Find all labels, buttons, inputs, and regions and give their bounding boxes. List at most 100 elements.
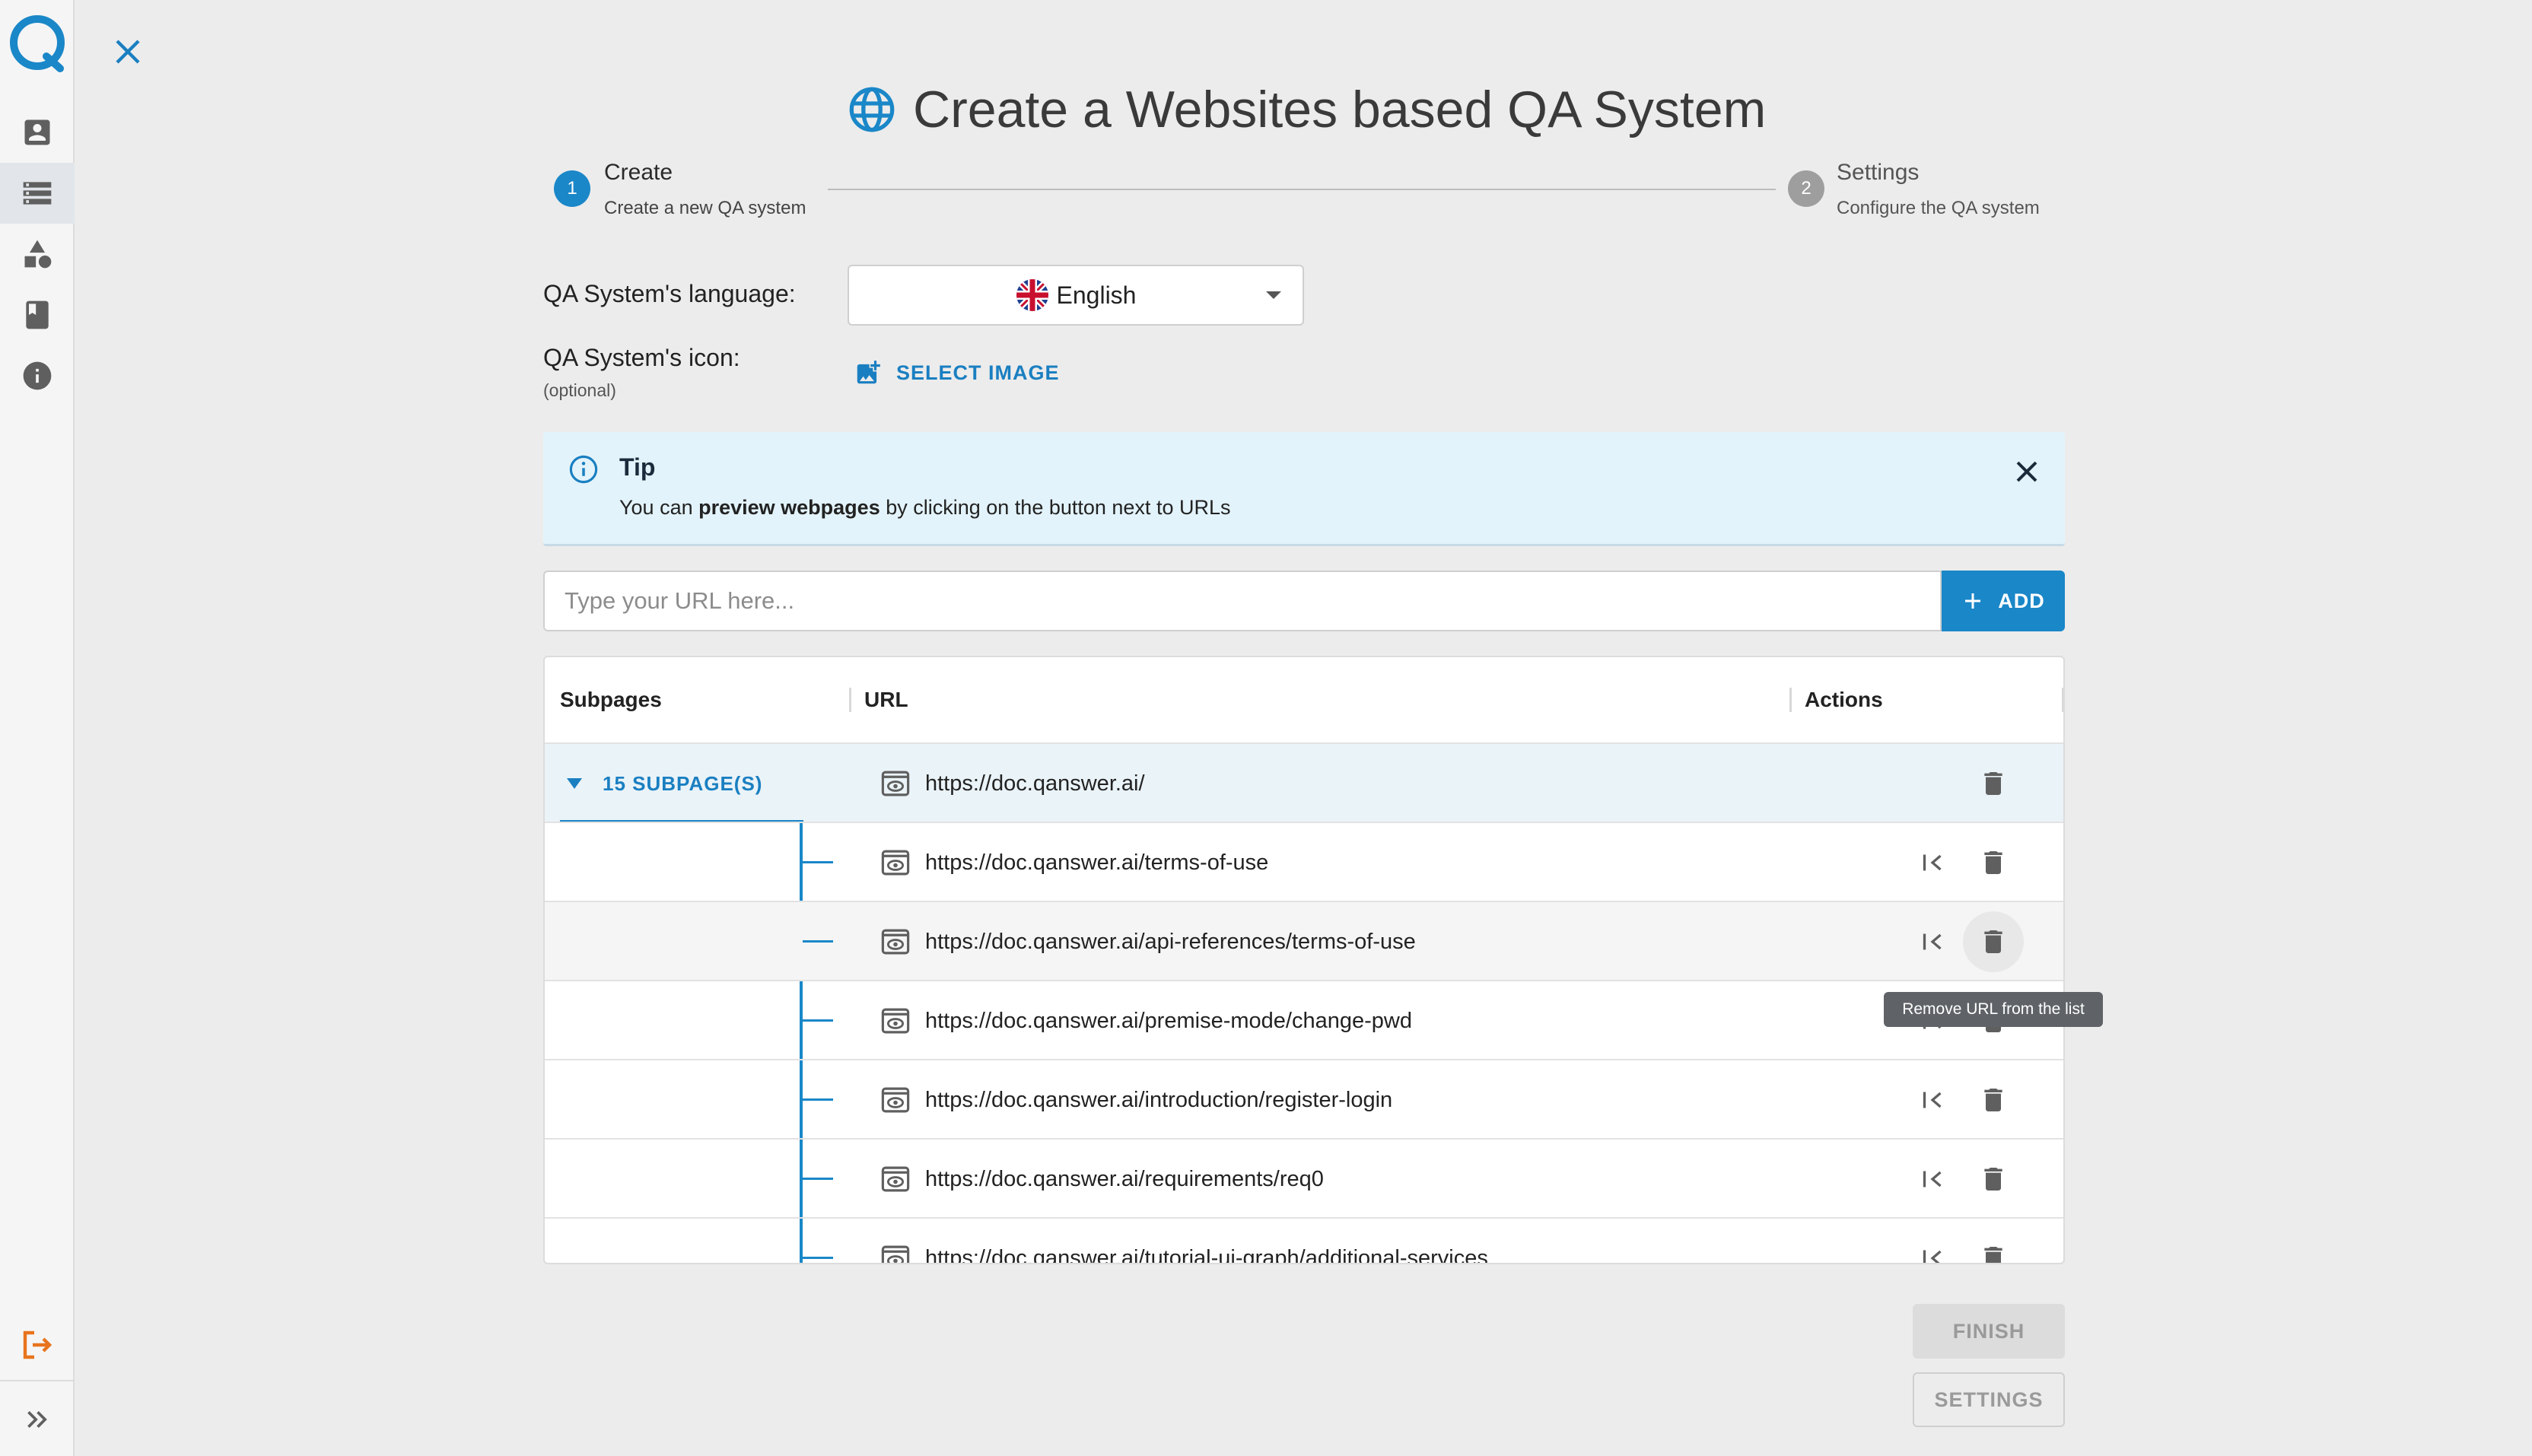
move-to-root-icon: [1923, 1250, 1942, 1263]
delete-icon: [1984, 851, 2002, 874]
sidebar: [0, 0, 75, 1456]
url-text: https://doc.qanswer.ai/terms-of-use: [925, 850, 1269, 875]
preview-icon[interactable]: [880, 847, 911, 879]
logout-icon: [23, 1330, 52, 1359]
preview-icon[interactable]: [880, 1242, 911, 1264]
url-text: https://doc.qanswer.ai/tutorial-ui-graph…: [925, 1245, 1488, 1264]
url-cell: https://doc.qanswer.ai/api-references/te…: [880, 902, 1416, 981]
move-to-root-button[interactable]: [1914, 1082, 1951, 1118]
account-box-icon: [24, 119, 50, 145]
url-cell: https://doc.qanswer.ai/: [880, 744, 1145, 823]
preview-icon[interactable]: [880, 1005, 911, 1037]
stepper-connector: [828, 189, 1776, 190]
sidebar-item-info[interactable]: [0, 345, 75, 406]
delete-icon: [1984, 1168, 2002, 1191]
column-separator: [1789, 688, 1792, 712]
delete-button[interactable]: [1975, 924, 2012, 960]
url-table: Subpages URL Actions 15 SUBPAGE(S) https…: [543, 656, 2065, 1264]
preview-icon[interactable]: [880, 1084, 911, 1116]
url-cell: https://doc.qanswer.ai/terms-of-use: [880, 823, 1268, 902]
url-cell: https://doc.qanswer.ai/introduction/regi…: [880, 1060, 1392, 1140]
table-row: https://doc.qanswer.ai/introduction/regi…: [545, 1059, 2063, 1138]
move-to-root-icon: [1923, 933, 1942, 950]
column-header-subpages: Subpages: [560, 688, 662, 711]
delete-button[interactable]: [1975, 765, 2012, 802]
tree-branch: [803, 940, 833, 943]
delete-button[interactable]: [1975, 1161, 2012, 1197]
select-image-button[interactable]: SELECT IMAGE: [854, 354, 1060, 391]
finish-button[interactable]: FINISH: [1913, 1304, 2065, 1359]
preview-icon[interactable]: [880, 768, 911, 800]
preview-icon[interactable]: [880, 926, 911, 958]
add-url-label: ADD: [1998, 589, 2045, 612]
preview-icon[interactable]: [880, 1163, 911, 1195]
sidebar-item-account[interactable]: [0, 102, 75, 163]
column-separator: [2062, 688, 2063, 712]
sidebar-divider: [0, 1380, 75, 1381]
delete-button[interactable]: [1975, 1240, 2012, 1263]
move-to-root-icon: [1923, 854, 1942, 871]
tip-close-icon[interactable]: [2009, 453, 2045, 490]
url-text: https://doc.qanswer.ai/api-references/te…: [925, 929, 1416, 954]
tooltip: Remove URL from the list: [1884, 992, 2103, 1027]
table-row-root: 15 SUBPAGE(S) https://doc.qanswer.ai/: [545, 742, 2063, 823]
delete-button[interactable]: [1975, 1082, 2012, 1118]
step-2-sub: Configure the QA system: [1837, 198, 2040, 218]
storage-icon: [23, 182, 52, 205]
delete-icon: [1984, 1089, 2002, 1111]
tip-text-bold: preview webpages: [698, 496, 880, 519]
info-icon: [23, 361, 52, 390]
subpages-count: 15 SUBPAGE(S): [603, 771, 763, 795]
tip-text-end: by clicking on the button next to URLs: [880, 496, 1231, 519]
app-logo-icon[interactable]: [7, 12, 68, 73]
language-label: QA System's language:: [543, 280, 796, 307]
triangle-down-icon: [567, 778, 582, 789]
globe-icon: [849, 87, 895, 132]
move-to-root-button[interactable]: [1914, 924, 1951, 960]
language-select[interactable]: English: [848, 265, 1304, 326]
sidebar-item-docs[interactable]: [0, 285, 75, 345]
url-input[interactable]: [543, 571, 1942, 631]
url-text: https://doc.qanswer.ai/: [925, 771, 1145, 796]
url-text: https://doc.qanswer.ai/introduction/regi…: [925, 1087, 1393, 1112]
step-1-number: 1: [554, 170, 590, 207]
delete-icon: [1984, 930, 2002, 953]
expand-icon: [27, 1411, 47, 1428]
move-to-root-button[interactable]: [1914, 1240, 1951, 1263]
url-cell: https://doc.qanswer.ai/premise-mode/chan…: [880, 981, 1412, 1060]
book-icon: [26, 300, 49, 329]
sidebar-item-models[interactable]: [0, 224, 75, 285]
delete-icon: [1984, 772, 2002, 795]
url-text: https://doc.qanswer.ai/premise-mode/chan…: [925, 1008, 1412, 1033]
settings-button[interactable]: SETTINGS: [1913, 1372, 2065, 1427]
sidebar-item-qa-systems[interactable]: [0, 163, 75, 224]
close-icon[interactable]: [110, 33, 146, 70]
url-cell: https://doc.qanswer.ai/tutorial-ui-graph…: [880, 1219, 1488, 1264]
table-row: https://doc.qanswer.ai/requirements/req0: [545, 1138, 2063, 1217]
move-to-root-button[interactable]: [1914, 1161, 1951, 1197]
page-title: Create a Websites based QA System: [848, 73, 1766, 146]
add-url-button[interactable]: ADD: [1942, 571, 2065, 631]
tree-branch: [803, 1019, 833, 1022]
tree-branch: [803, 861, 833, 863]
category-icon: [24, 240, 52, 269]
move-to-root-icon: [1923, 1171, 1942, 1187]
tree-branch: [803, 1178, 833, 1180]
table-row: https://doc.qanswer.ai/tutorial-ui-graph…: [545, 1217, 2063, 1264]
move-to-root-icon: [1923, 1092, 1942, 1108]
table-row: https://doc.qanswer.ai/terms-of-use: [545, 822, 2063, 901]
chevron-down-icon: [1266, 291, 1281, 299]
sidebar-expand-button[interactable]: [0, 1389, 75, 1450]
sidebar-item-logout[interactable]: [0, 1315, 75, 1375]
tip-text: You can preview webpages by clicking on …: [619, 496, 1230, 520]
subpages-toggle[interactable]: 15 SUBPAGE(S): [566, 744, 762, 823]
language-value: English: [1056, 281, 1137, 309]
icon-label: QA System's icon:: [543, 344, 740, 371]
delete-button[interactable]: [1975, 844, 2012, 881]
step-2-number: 2: [1788, 170, 1824, 207]
url-text: https://doc.qanswer.ai/requirements/req0: [925, 1166, 1324, 1191]
tip-text-start: You can: [619, 496, 699, 519]
column-header-url: URL: [864, 688, 908, 711]
column-header-actions: Actions: [1805, 688, 1883, 711]
move-to-root-button[interactable]: [1914, 844, 1951, 881]
